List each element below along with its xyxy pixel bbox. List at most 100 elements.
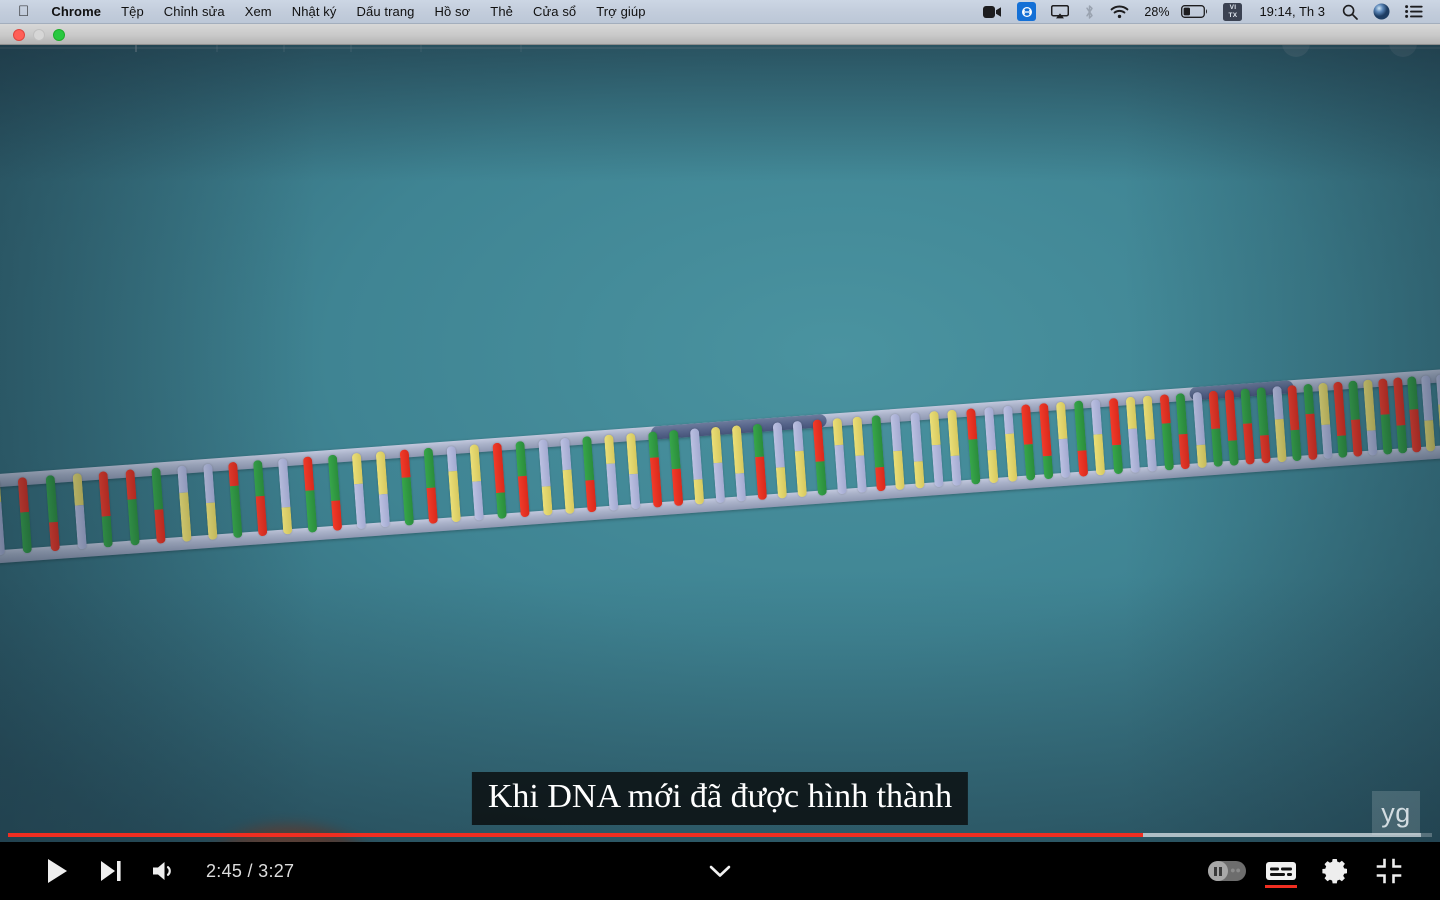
scrubber-tick [350, 45, 352, 52]
input-method-icon[interactable]: VI TX [1216, 0, 1249, 23]
dna-base-pair [1392, 377, 1408, 454]
dna-base-pair [947, 409, 962, 486]
subtitles-button[interactable] [1254, 842, 1308, 900]
dna-base-pair [125, 469, 140, 546]
maximize-window-button[interactable] [53, 29, 65, 41]
dna-base-pair [1363, 379, 1378, 456]
teamviewer-icon[interactable] [1010, 0, 1043, 23]
autoplay-off-marks: ●● [1230, 865, 1241, 875]
video-progress-bar[interactable] [0, 828, 1440, 842]
scrubber-tick [420, 45, 422, 52]
menu-bar-left-group:  Chrome Tệp Chỉnh sửa Xem Nhật ký Dấu t… [0, 0, 656, 23]
dna-base-pair [1108, 397, 1123, 475]
menu-item-chrome[interactable]: Chrome [41, 0, 111, 23]
zoom-camera-icon[interactable] [976, 0, 1009, 23]
ime-bottom-label: TX [1228, 11, 1238, 19]
video-player-stage[interactable]: Khi DNA mới đã được hình thành yg [0, 45, 1440, 900]
autoplay-toggle-knob [1208, 861, 1228, 881]
dna-base-pair [909, 412, 925, 489]
browser-window-titlebar [0, 24, 1440, 45]
settings-button[interactable] [1308, 842, 1362, 900]
dna-base-pair [1159, 394, 1174, 471]
dna-base-pair [1348, 380, 1363, 457]
menu-bar-clock[interactable]: 19:14, Th 3 [1250, 4, 1334, 19]
dna-base-pair [1435, 374, 1440, 451]
time-display: 2:45 / 3:27 [206, 860, 295, 881]
expand-chevron-button[interactable] [693, 842, 747, 900]
dna-base-pair [710, 426, 726, 504]
dna-base-pair [772, 422, 788, 499]
dna-base-pair [668, 429, 684, 507]
dna-base-pair [98, 471, 114, 548]
dna-base-pair [1333, 381, 1348, 458]
autoplay-toggle[interactable]: ●● [1200, 842, 1254, 900]
siri-icon[interactable] [1366, 0, 1397, 23]
wifi-icon[interactable] [1103, 0, 1136, 23]
dna-base-pair [1378, 378, 1393, 455]
dna-base-pair [604, 434, 619, 511]
menu-item-bookmarks[interactable]: Dấu trang [347, 0, 425, 23]
volume-button[interactable] [138, 842, 192, 900]
dna-base-pair [1272, 385, 1287, 463]
window-traffic-lights [13, 29, 65, 41]
dna-base-pair [582, 436, 597, 513]
airplay-icon[interactable] [1044, 0, 1076, 23]
dna-base-pair [202, 463, 218, 541]
player-control-bar: 2:45 / 3:27 ●● [0, 842, 1440, 900]
dna-base-pair [812, 419, 828, 496]
dna-base-pair [1175, 392, 1191, 470]
dna-base-pair [647, 431, 663, 508]
hidden-overflow-button[interactable] [1389, 45, 1417, 57]
dna-base-pair [45, 475, 60, 552]
menu-item-help[interactable]: Trợ giúp [586, 0, 655, 23]
close-window-button[interactable] [13, 29, 25, 41]
autoplay-toggle-track: ●● [1208, 861, 1246, 881]
dna-base-pair [537, 439, 553, 516]
menu-item-tab[interactable]: Thẻ [480, 0, 523, 23]
dna-base-pair [327, 454, 342, 531]
dna-base-pair [423, 447, 438, 525]
dna-base-pair [1407, 376, 1422, 453]
control-center-icon[interactable] [1398, 0, 1430, 23]
dna-base-pair [72, 473, 87, 550]
dna-helix-illustration [0, 317, 1440, 573]
dna-base-pair [515, 440, 530, 518]
dna-base-pair [1002, 405, 1018, 482]
dna-base-pair [1240, 388, 1256, 465]
exit-fullscreen-button[interactable] [1362, 842, 1416, 900]
battery-icon[interactable] [1174, 0, 1215, 23]
menu-item-file[interactable]: Tệp [111, 0, 154, 23]
apple-menu-icon[interactable]:  [12, 0, 41, 23]
dna-base-pair [984, 406, 999, 484]
play-button[interactable] [30, 842, 84, 900]
dna-base-pair [446, 445, 462, 523]
dna-base-pair [302, 456, 318, 533]
dna-base-pair [18, 476, 33, 554]
dna-base-pair [792, 420, 808, 498]
menu-item-profiles[interactable]: Hồ sơ [425, 0, 481, 23]
dna-base-pair [1208, 390, 1223, 468]
bluetooth-icon[interactable] [1077, 0, 1102, 23]
dna-base-pair [1056, 401, 1071, 479]
dna-base-pair [1421, 375, 1436, 452]
dna-base-pair [1303, 383, 1318, 461]
dna-base-pair [1224, 389, 1240, 466]
dna-base-pair [399, 449, 415, 526]
next-video-button[interactable] [84, 842, 138, 900]
dna-base-pair [1192, 391, 1207, 469]
hidden-avatar-button[interactable] [1282, 45, 1310, 57]
dna-base-pair [492, 442, 508, 519]
subtitles-active-indicator [1265, 885, 1297, 888]
menu-item-view[interactable]: Xem [235, 0, 282, 23]
dna-base-pair [151, 467, 166, 544]
menu-item-edit[interactable]: Chỉnh sửa [154, 0, 235, 23]
menu-item-window[interactable]: Cửa sổ [523, 0, 586, 23]
minimize-window-button[interactable] [33, 29, 45, 41]
dna-base-pair [1038, 402, 1054, 480]
menu-item-history[interactable]: Nhật ký [282, 0, 347, 23]
dna-base-pair [890, 413, 906, 491]
spotlight-search-icon[interactable] [1335, 0, 1365, 23]
dna-base-pair [1073, 400, 1089, 477]
dna-base-pair [852, 416, 867, 493]
menu-bar-status-group: 28% VI TX 19:14, Th 3 [976, 0, 1440, 23]
